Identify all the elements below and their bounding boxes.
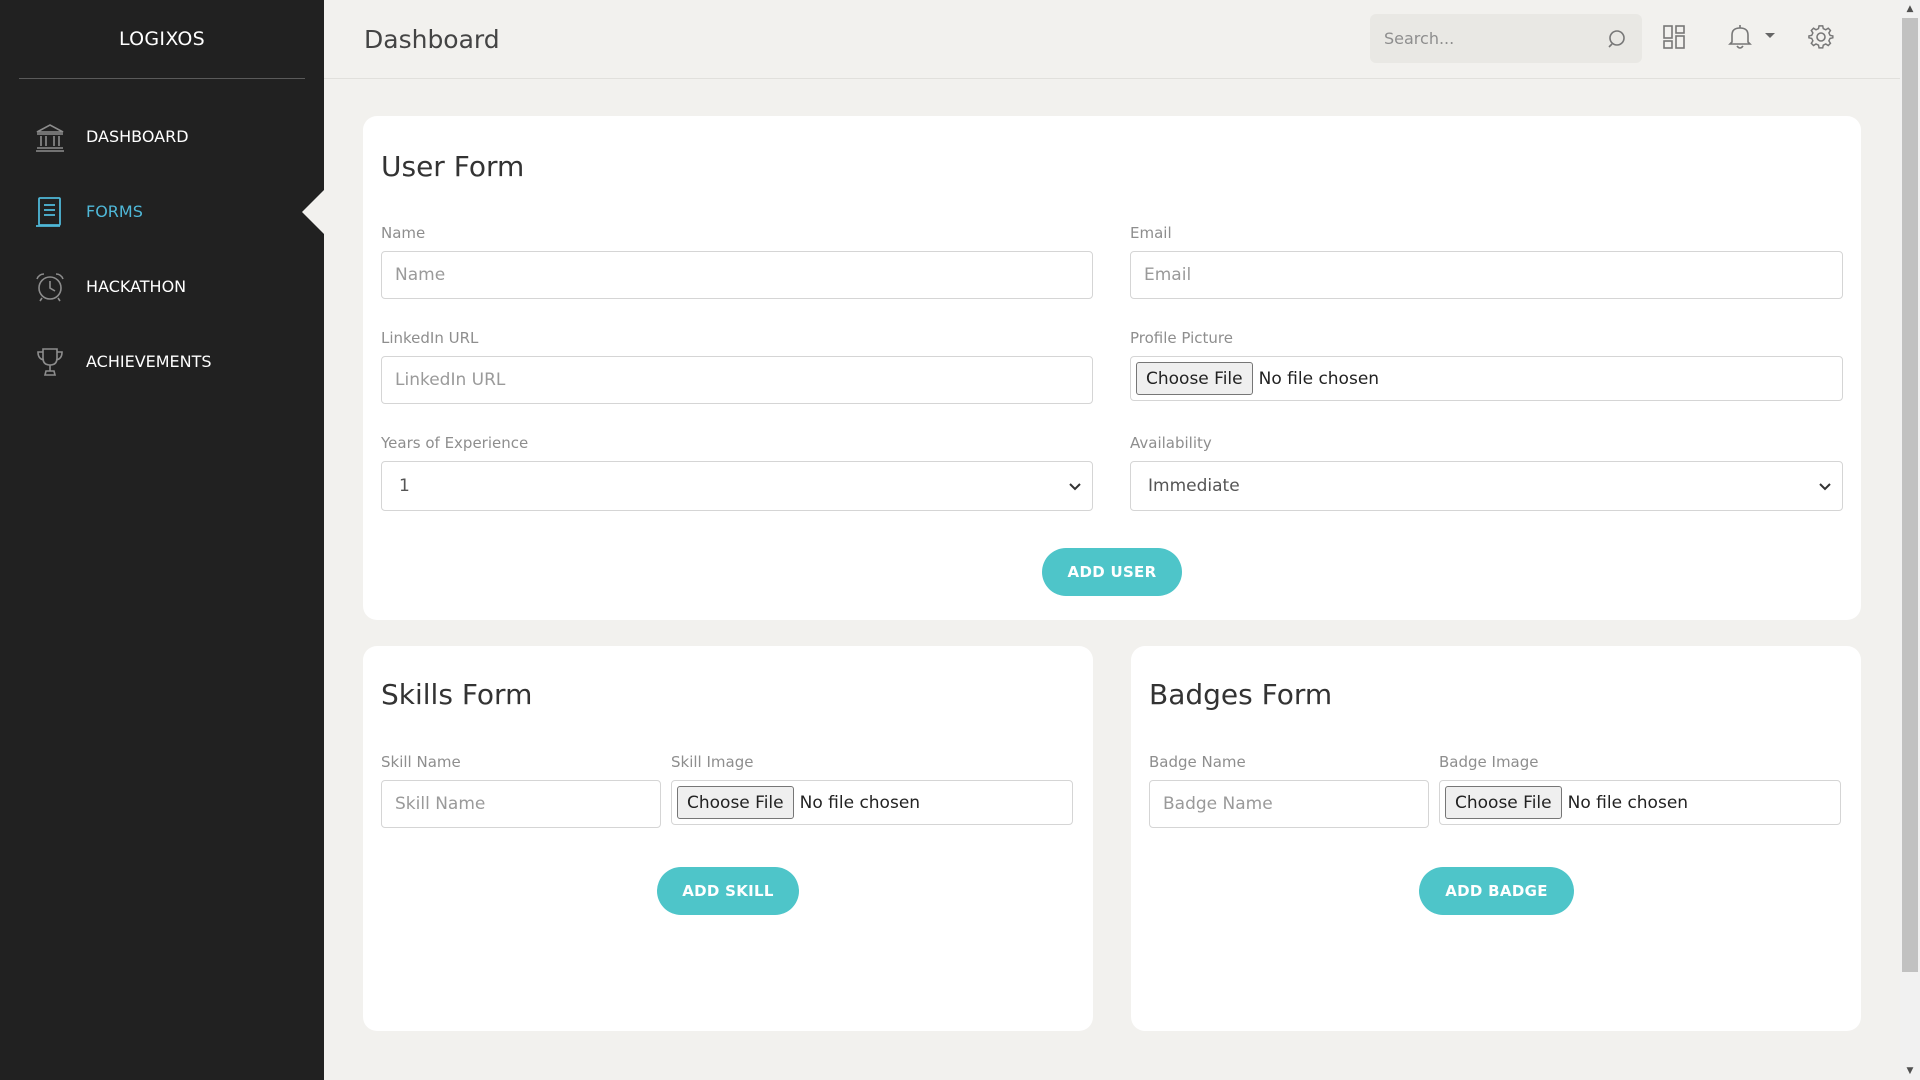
search-input[interactable] <box>1384 29 1606 48</box>
sidebar-item-forms[interactable]: FORMS <box>0 174 324 249</box>
add-badge-button[interactable]: ADD BADGE <box>1419 867 1574 915</box>
sidebar-item-dashboard[interactable]: DASHBOARD <box>0 99 324 174</box>
badge-name-label: Badge Name <box>1149 753 1246 771</box>
experience-value: 1 <box>399 476 410 496</box>
bank-icon <box>34 121 66 153</box>
email-label: Email <box>1130 224 1172 242</box>
experience-select[interactable]: 1 <box>381 461 1093 511</box>
file-status: No file chosen <box>799 792 921 813</box>
skill-name-label: Skill Name <box>381 753 461 771</box>
vertical-scrollbar[interactable]: ▲ ▼ <box>1900 0 1920 1080</box>
chevron-down-icon[interactable] <box>1764 32 1776 40</box>
trophy-icon <box>34 346 66 378</box>
skill-name-field[interactable] <box>381 780 661 828</box>
skill-image-label: Skill Image <box>671 753 754 771</box>
choose-file-button[interactable]: Choose File <box>1445 786 1562 819</box>
user-form-title: User Form <box>381 150 525 183</box>
add-skill-button[interactable]: ADD SKILL <box>657 867 799 915</box>
search-box[interactable] <box>1370 14 1642 63</box>
badge-image-upload[interactable]: Choose File No file chosen <box>1439 780 1841 825</box>
availability-select[interactable]: Immediate <box>1130 461 1843 511</box>
sidebar-nav: DASHBOARD FORMS HACKATHON ACHIEVEMENTS <box>0 99 324 399</box>
search-icon[interactable] <box>1606 28 1628 50</box>
page-title: Dashboard <box>364 24 500 54</box>
chevron-down-icon <box>1818 482 1832 491</box>
email-field[interactable] <box>1130 251 1843 299</box>
sidebar-item-hackathon[interactable]: HACKATHON <box>0 249 324 324</box>
experience-label: Years of Experience <box>381 434 529 452</box>
user-form-card: User Form Name Email LinkedIn URL Profil… <box>363 116 1861 620</box>
sidebar-item-label: HACKATHON <box>86 277 187 296</box>
sidebar: LOGIXOS DASHBOARD FORMS HACKATHON ACHIEV… <box>0 0 324 1080</box>
skills-form-title: Skills Form <box>381 678 533 711</box>
profile-picture-label: Profile Picture <box>1130 329 1233 347</box>
skills-form-card: Skills Form Skill Name Skill Image Choos… <box>363 646 1093 1031</box>
badges-form-title: Badges Form <box>1149 678 1333 711</box>
chevron-down-icon <box>1068 482 1082 491</box>
profile-picture-upload[interactable]: Choose File No file chosen <box>1130 356 1843 401</box>
skill-image-upload[interactable]: Choose File No file chosen <box>671 780 1073 825</box>
add-user-button[interactable]: ADD USER <box>1042 548 1182 596</box>
grid-layout-icon[interactable] <box>1662 24 1686 50</box>
choose-file-button[interactable]: Choose File <box>677 786 794 819</box>
gear-icon[interactable] <box>1808 24 1834 50</box>
choose-file-button[interactable]: Choose File <box>1136 362 1253 395</box>
sidebar-item-achievements[interactable]: ACHIEVEMENTS <box>0 324 324 399</box>
alarm-clock-icon <box>34 271 66 303</box>
document-icon <box>34 196 66 228</box>
availability-label: Availability <box>1130 434 1212 452</box>
badges-form-card: Badges Form Badge Name Badge Image Choos… <box>1131 646 1861 1031</box>
sidebar-item-label: ACHIEVEMENTS <box>86 352 212 371</box>
name-field[interactable] <box>381 251 1093 299</box>
badge-image-label: Badge Image <box>1439 753 1539 771</box>
bell-icon[interactable] <box>1727 23 1753 51</box>
linkedin-label: LinkedIn URL <box>381 329 479 347</box>
sidebar-item-label: DASHBOARD <box>86 127 189 146</box>
scroll-thumb[interactable] <box>1902 18 1918 972</box>
file-status: No file chosen <box>1258 368 1380 389</box>
sidebar-item-label: FORMS <box>86 202 143 221</box>
scroll-up-arrow-icon[interactable]: ▲ <box>1900 0 1920 18</box>
linkedin-field[interactable] <box>381 356 1093 404</box>
brand-logo[interactable]: LOGIXOS <box>19 0 305 79</box>
file-status: No file chosen <box>1567 792 1689 813</box>
scroll-down-arrow-icon[interactable]: ▼ <box>1900 1062 1920 1080</box>
top-header: Dashboard <box>324 0 1900 79</box>
availability-value: Immediate <box>1148 476 1240 496</box>
name-label: Name <box>381 224 426 242</box>
badge-name-field[interactable] <box>1149 780 1429 828</box>
